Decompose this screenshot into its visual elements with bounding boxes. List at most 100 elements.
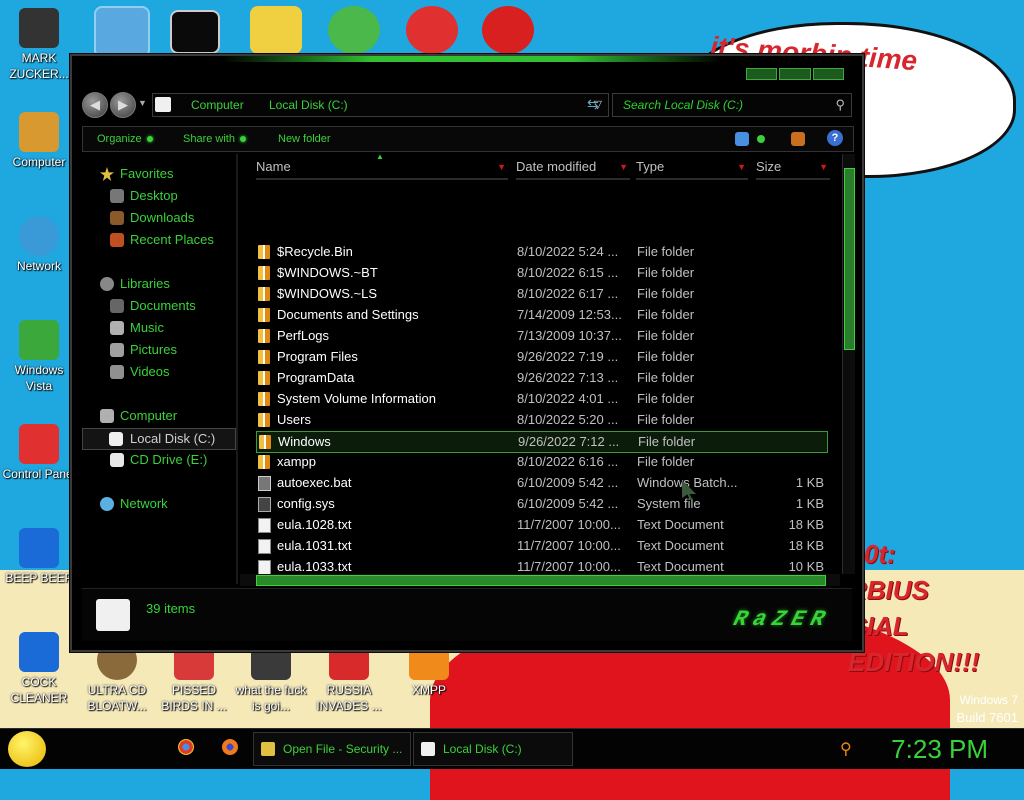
maximize-button[interactable] <box>779 68 811 80</box>
file-row[interactable]: PerfLogs 7/13/2009 10:37... File folder <box>256 326 826 346</box>
view-dropdown-icon[interactable] <box>757 135 765 143</box>
angry-birds-icon[interactable] <box>328 6 380 54</box>
nav-music[interactable]: Music <box>82 318 234 338</box>
file-row[interactable]: System Volume Information 8/10/2022 4:01 … <box>256 389 826 409</box>
desktop-icon-beep-beep[interactable]: BEEP BEEP <box>2 528 76 586</box>
nav-pictures[interactable]: Pictures <box>82 340 234 360</box>
nav-videos[interactable]: Videos <box>82 362 234 382</box>
file-row[interactable]: ProgramData 9/26/2022 7:13 ... File folder <box>256 368 826 388</box>
pane-splitter[interactable] <box>236 154 238 584</box>
desktop-icon-network[interactable]: Network <box>2 216 76 274</box>
desktop-icon-control-panel[interactable]: Control Panel <box>2 424 76 482</box>
file-row[interactable]: eula.1033.txt 11/7/2007 10:00... Text Docu… <box>256 557 826 574</box>
network-icon <box>19 216 59 256</box>
column-header-date[interactable]: Date modified ▼ <box>516 156 630 180</box>
desktop-icon-windows-vista[interactable]: Windows Vista <box>2 320 76 394</box>
computer-icon <box>19 112 59 152</box>
column-dropdown-icon[interactable]: ▼ <box>819 156 828 178</box>
organize-button[interactable]: Organize <box>97 127 153 151</box>
desktop-icon-computer[interactable]: Computer <box>2 112 76 170</box>
view-options-icon[interactable] <box>735 132 749 146</box>
vertical-scroll-thumb[interactable] <box>844 168 855 350</box>
start-button-smiley-icon[interactable] <box>8 731 46 767</box>
file-type: File folder <box>637 307 695 322</box>
nav-desktop[interactable]: Desktop <box>82 186 234 206</box>
file-row[interactable]: eula.1031.txt 11/7/2007 10:00... Text Docu… <box>256 536 826 556</box>
paint-app-icon[interactable] <box>406 6 458 54</box>
desktop-icon-mark-zuckerberg[interactable]: MARK ZUCKER... <box>2 8 76 82</box>
file-row[interactable]: Users 8/10/2022 5:20 ... File folder <box>256 410 826 430</box>
file-type: File folder <box>637 244 695 259</box>
taskbar-button-open-file[interactable]: Open File - Security ... <box>253 732 411 766</box>
nav-local-disk[interactable]: Local Disk (C:) <box>82 428 236 450</box>
taskbar-button-label: Local Disk (C:) <box>443 742 522 756</box>
firefox-icon[interactable] <box>222 739 238 755</box>
file-row[interactable]: eula.1028.txt 11/7/2007 10:00... Text Docu… <box>256 515 826 535</box>
desktop-icon-label: Network <box>16 259 61 273</box>
taskbar-button-local-disk[interactable]: Local Disk (C:) <box>413 732 573 766</box>
file-date: 9/26/2022 7:12 ... <box>518 434 620 449</box>
column-dropdown-icon[interactable]: ▼ <box>737 156 746 178</box>
nav-documents[interactable]: Documents <box>82 296 234 316</box>
folder-icon <box>258 350 270 364</box>
desktop-icon-cock-cleaner[interactable]: COCK CLEANER <box>2 632 76 706</box>
breadcrumb-computer[interactable]: Computer <box>191 94 244 116</box>
file-row[interactable]: $WINDOWS.~BT 8/10/2022 6:15 ... File folde… <box>256 263 826 283</box>
cmd-prompt-icon[interactable] <box>170 10 220 54</box>
column-dropdown-icon[interactable]: ▼ <box>619 156 628 178</box>
desktop-top-icon[interactable] <box>94 6 150 58</box>
share-with-button[interactable]: Share with <box>183 127 246 151</box>
column-header-type[interactable]: Type ▼ <box>636 156 748 180</box>
search-icon[interactable]: ⚲ <box>835 94 845 116</box>
nav-recent-places[interactable]: Recent Places <box>82 230 234 250</box>
horizontal-scroll-thumb[interactable] <box>256 575 826 586</box>
file-row[interactable]: Documents and Settings 7/14/2009 12:53...… <box>256 305 826 325</box>
file-row[interactable]: autoexec.bat 6/10/2009 5:42 ... Windows Ba… <box>256 473 826 493</box>
file-row[interactable]: $WINDOWS.~LS 8/10/2022 6:17 ... File folde… <box>256 284 826 304</box>
file-row[interactable]: config.sys 6/10/2009 5:42 ... System file 1… <box>256 494 826 514</box>
nav-network[interactable]: Network <box>82 494 234 514</box>
file-row[interactable]: $Recycle.Bin 8/10/2022 5:24 ... File folde… <box>256 242 826 262</box>
nav-label: Libraries <box>120 276 170 291</box>
vertical-scrollbar[interactable] <box>842 154 855 574</box>
column-header-name[interactable]: Name ▼ <box>256 156 508 180</box>
file-name: xampp <box>277 454 317 469</box>
chrome-icon[interactable] <box>178 739 194 755</box>
forward-button[interactable]: ▶ <box>110 92 136 118</box>
file-row[interactable]: Windows 9/26/2022 7:12 ... File folder <box>256 431 828 453</box>
column-dropdown-icon[interactable]: ▼ <box>497 156 506 178</box>
new-folder-button[interactable]: New folder <box>278 127 331 151</box>
back-button[interactable]: ◀ <box>82 92 108 118</box>
desktop-icon-label: ULTRA CD BLOATW... <box>87 683 147 713</box>
minimize-button[interactable] <box>746 68 778 80</box>
nav-computer[interactable]: Computer <box>82 406 234 426</box>
search-input[interactable]: Search Local Disk (C:) ⚲ <box>612 93 852 117</box>
folder-icon <box>259 435 271 449</box>
file-row[interactable]: xampp 8/10/2022 6:16 ... File folder <box>256 452 826 472</box>
close-button[interactable] <box>812 68 844 80</box>
nav-label: Documents <box>130 298 196 313</box>
tray-search-icon[interactable]: ⚲ <box>840 739 852 759</box>
desktop-icon-label: MARK ZUCKER... <box>9 51 69 81</box>
desktop-top-icon[interactable] <box>250 6 302 54</box>
file-name: eula.1031.txt <box>277 538 352 553</box>
breadcrumb-local-disk[interactable]: Local Disk (C:) <box>269 94 348 116</box>
horizontal-scrollbar[interactable] <box>240 574 840 586</box>
nav-libraries[interactable]: Libraries <box>82 274 234 294</box>
clock[interactable]: 7:23 PM <box>891 733 988 765</box>
dev-cpp-icon[interactable] <box>482 6 534 54</box>
address-bar[interactable]: Computer Local Disk (C:) ▽ <box>152 93 609 117</box>
file-row[interactable]: Program Files 9/26/2022 7:19 ... File fold… <box>256 347 826 367</box>
cleaner-icon <box>19 632 59 672</box>
recent-pages-dropdown-icon[interactable]: ▼ <box>138 98 147 108</box>
file-type: File folder <box>637 391 695 406</box>
help-icon[interactable]: ? <box>827 130 843 146</box>
nav-cd-drive[interactable]: CD Drive (E:) <box>82 450 234 470</box>
nav-favorites[interactable]: Favorites <box>82 164 234 184</box>
column-header-size[interactable]: Size ▼ <box>756 156 830 180</box>
refresh-icon[interactable]: ⇆ <box>587 92 599 116</box>
preview-pane-icon[interactable] <box>791 132 805 146</box>
explorer-window[interactable]: ◀ ▶ ▼ Computer Local Disk (C:) ▽ ⇆ Searc… <box>70 54 864 652</box>
nav-label: Network <box>120 496 168 511</box>
nav-downloads[interactable]: Downloads <box>82 208 234 228</box>
